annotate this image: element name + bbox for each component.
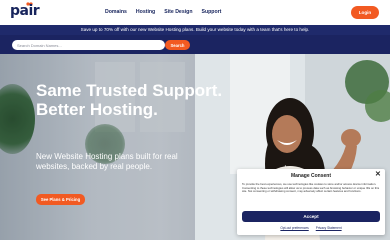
promo-banner[interactable]: Save up to 70% off with our new Website … [0,25,390,35]
nav-support[interactable]: Support [202,8,222,16]
nav-domains[interactable]: Domains [105,8,127,16]
privacy-statement-link[interactable]: Privacy Statement [316,226,342,230]
hero-subtitle: New Website Hosting plans built for real… [36,152,178,171]
search-button[interactable]: Search [165,40,190,50]
nav-hosting[interactable]: Hosting [136,8,155,16]
consent-body: To provide the best experiences, we use … [242,182,380,194]
domain-search-input[interactable] [12,40,165,50]
see-plans-button[interactable]: See Plans & Pricing [36,194,85,205]
site-header: pair Domains Hosting Site Design Support… [0,0,390,25]
login-button[interactable]: Login [351,6,379,19]
hero-title: Same Trusted Support. Better Hosting. [36,81,223,119]
domain-search-bar: Search [0,35,390,54]
consent-links: Opt-out preferences Privacy Statement [237,226,385,230]
accept-button[interactable]: Accept [242,211,380,222]
consent-dialog: Manage Consent ✕ To provide the best exp… [237,169,385,235]
nav-site-design[interactable]: Site Design [164,8,192,16]
main-nav: Domains Hosting Site Design Support [105,8,221,16]
pair-logo[interactable]: pair [10,2,42,21]
opt-out-preferences-link[interactable]: Opt-out preferences [280,226,308,230]
close-icon[interactable]: ✕ [375,171,381,179]
logo-text: pair [10,3,40,19]
consent-title: Manage Consent [290,173,331,179]
